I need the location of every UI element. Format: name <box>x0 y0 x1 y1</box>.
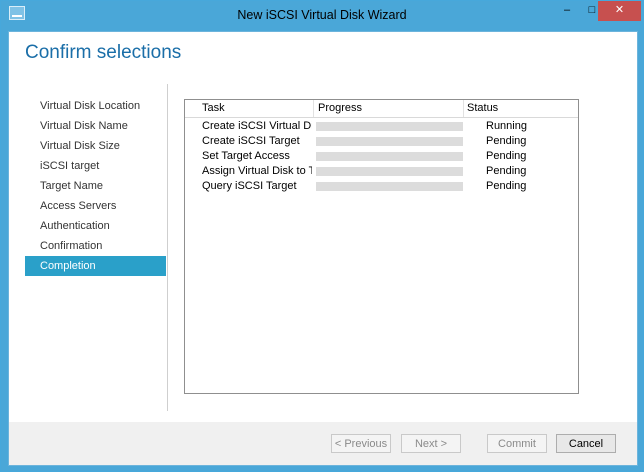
column-header-status[interactable]: Status <box>467 102 498 114</box>
task-status: Pending <box>486 150 527 162</box>
wizard-window: New iSCSI Virtual Disk Wizard – □ ✕ Conf… <box>0 0 644 472</box>
window-title: New iSCSI Virtual Disk Wizard <box>237 8 407 22</box>
progress-bar <box>316 122 463 131</box>
task-name: Assign Virtual Disk to Target <box>202 165 312 177</box>
grid-header: Task Progress Status <box>185 100 578 118</box>
task-row: Create iSCSI Target Pending <box>185 134 578 149</box>
nav-divider <box>167 84 168 411</box>
task-name: Query iSCSI Target <box>202 180 297 192</box>
step-virtual-disk-size[interactable]: Virtual Disk Size <box>25 136 166 156</box>
step-confirmation[interactable]: Confirmation <box>25 236 166 256</box>
progress-bar <box>316 152 463 161</box>
cancel-button[interactable]: Cancel <box>556 434 616 453</box>
step-authentication[interactable]: Authentication <box>25 216 166 236</box>
task-progress-grid: Task Progress Status Create iSCSI Virtua… <box>184 99 579 394</box>
task-status: Running <box>486 120 527 132</box>
step-iscsi-target[interactable]: iSCSI target <box>25 156 166 176</box>
task-row: Query iSCSI Target Pending <box>185 179 578 194</box>
wizard-body: Confirm selections Virtual Disk Location… <box>8 31 638 466</box>
progress-bar <box>316 137 463 146</box>
step-access-servers[interactable]: Access Servers <box>25 196 166 216</box>
column-divider <box>313 100 314 117</box>
title-bar[interactable]: New iSCSI Virtual Disk Wizard – □ ✕ <box>1 1 643 31</box>
progress-bar <box>316 182 463 191</box>
task-status: Pending <box>486 180 527 192</box>
commit-button[interactable]: Commit <box>487 434 547 453</box>
column-divider <box>463 100 464 117</box>
wizard-step-list: Virtual Disk Location Virtual Disk Name … <box>25 96 166 276</box>
page-title: Confirm selections <box>25 42 182 63</box>
next-button[interactable]: Next > <box>401 434 461 453</box>
task-row: Assign Virtual Disk to Target Pending <box>185 164 578 179</box>
task-status: Pending <box>486 165 527 177</box>
task-row: Set Target Access Pending <box>185 149 578 164</box>
close-button[interactable]: ✕ <box>598 1 641 21</box>
task-name: Create iSCSI Virtual Disk <box>202 120 312 132</box>
column-header-progress[interactable]: Progress <box>318 102 362 114</box>
column-header-task[interactable]: Task <box>202 102 225 114</box>
step-target-name[interactable]: Target Name <box>25 176 166 196</box>
task-name: Create iSCSI Target <box>202 135 300 147</box>
wizard-footer: < Previous Next > Commit Cancel <box>9 422 637 465</box>
previous-button[interactable]: < Previous <box>331 434 391 453</box>
minimize-button[interactable]: – <box>554 1 580 21</box>
step-virtual-disk-location[interactable]: Virtual Disk Location <box>25 96 166 116</box>
step-completion[interactable]: Completion <box>25 256 166 276</box>
task-name: Set Target Access <box>202 150 290 162</box>
step-virtual-disk-name[interactable]: Virtual Disk Name <box>25 116 166 136</box>
task-status: Pending <box>486 135 527 147</box>
progress-bar <box>316 167 463 176</box>
task-row: Create iSCSI Virtual Disk Running <box>185 119 578 134</box>
